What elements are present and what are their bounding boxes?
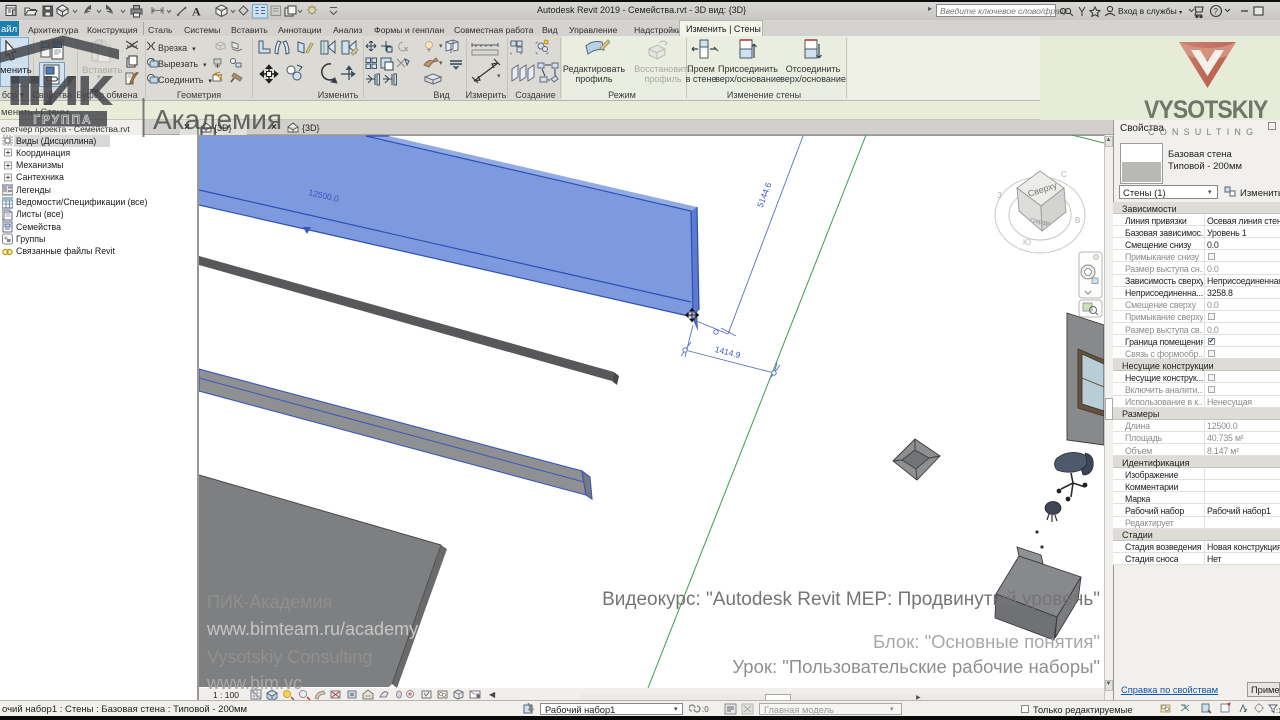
svg-text:A: A [192, 5, 201, 19]
svg-text:5144.6: 5144.6 [755, 181, 774, 209]
svg-text:1414.9: 1414.9 [714, 344, 742, 360]
svg-text::0: :0 [702, 705, 709, 714]
svg-text:ГРУППА: ГРУППА [33, 115, 92, 127]
svg-text:В: В [1075, 216, 1080, 225]
svg-text:?: ? [1214, 7, 1219, 16]
svg-text:Ю: Ю [1023, 238, 1031, 247]
svg-text:З: З [997, 191, 1002, 200]
svg-text::1: :1 [1276, 708, 1280, 715]
svg-text:С: С [1061, 170, 1067, 179]
